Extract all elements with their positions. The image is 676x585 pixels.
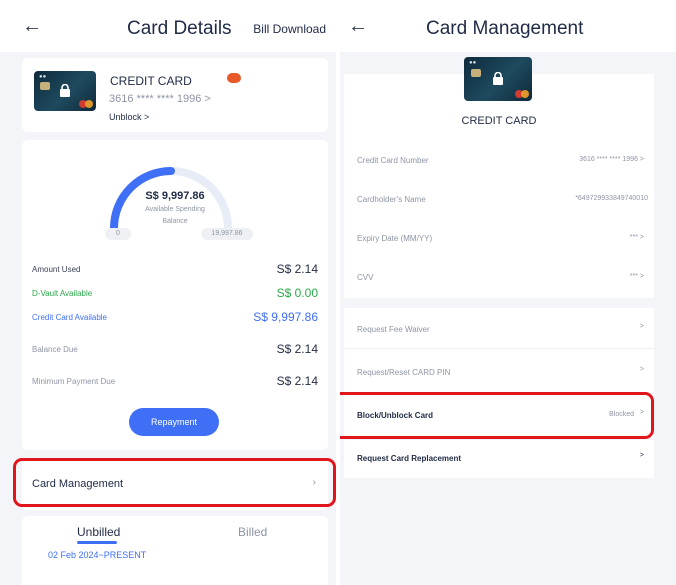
repayment-button[interactable]: Repayment	[129, 408, 219, 436]
credit-card-image: ●●	[34, 71, 96, 111]
row-value: S$ 2.14	[276, 342, 318, 356]
info-value: *649729933849740010	[575, 195, 648, 202]
credit-card-image: ●●	[464, 57, 532, 101]
row-label: D-Vault Available	[32, 289, 93, 298]
info-label: Credit Card Number	[357, 156, 429, 165]
card-network-icon	[515, 90, 529, 98]
card-summary[interactable]: ●● CREDIT CARD 3616 **** **** 1996 > Unb…	[22, 58, 328, 132]
info-label: Expiry Date (MM/YY)	[357, 234, 433, 243]
bill-tabs: Unbilled Billed 02 Feb 2024~PRESENT	[22, 516, 328, 585]
action-label: Request/Reset CARD PIN	[357, 368, 451, 377]
info-value: *** >	[629, 273, 644, 280]
card-network-icon	[79, 100, 93, 108]
tab-active-indicator	[77, 541, 117, 544]
card-replacement-section: Request Card Replacement >	[344, 440, 654, 478]
card-logo-icon: ●●	[469, 60, 477, 66]
chevron-right-icon: >	[639, 366, 644, 373]
divider	[344, 348, 654, 349]
info-label: Cardholder's Name	[357, 195, 426, 204]
card-logo-icon: ●●	[39, 74, 47, 80]
highlight-block-unblock	[340, 392, 654, 439]
back-arrow-icon[interactable]: ←	[348, 15, 368, 38]
gauge-caption-line1: Available Spending	[145, 206, 205, 213]
available-amount: S$ 9,997.86	[145, 190, 205, 202]
card-management-header: ← Card Management	[340, 0, 676, 52]
page-title: Card Details	[127, 18, 232, 39]
card-name: CREDIT CARD	[110, 74, 192, 88]
card-info-section: CREDIT CARD Credit Card Number 3616 ****…	[344, 74, 654, 298]
card-details-header: ← Card Details Bill Download	[0, 0, 336, 52]
card-title: CREDIT CARD	[461, 115, 537, 127]
row-label: Amount Used	[32, 265, 81, 274]
card-chip-icon	[40, 82, 50, 90]
balance-section: S$ 9,997.86 Available Spending Balance 0…	[22, 140, 328, 450]
row-value: S$ 0.00	[276, 286, 318, 300]
bill-download-link[interactable]: Bill Download	[253, 22, 326, 36]
lock-icon	[492, 71, 504, 90]
row-label: Credit Card Available	[32, 313, 108, 322]
gauge-max-label: 19,997.86	[201, 228, 253, 240]
row-label: Minimum Payment Due	[32, 377, 116, 386]
info-value: 3616 **** **** 1996 >	[579, 156, 644, 163]
page-title: Card Management	[426, 18, 584, 39]
action-label: Request Fee Waiver	[357, 325, 430, 334]
row-label: Balance Due	[32, 345, 78, 354]
bill-period: 02 Feb 2024~PRESENT	[48, 550, 147, 560]
tab-unbilled[interactable]: Unbilled	[77, 525, 120, 539]
card-chip-icon	[471, 69, 481, 77]
gauge-min-label: 0	[105, 228, 131, 240]
chevron-right-icon: >	[639, 323, 644, 330]
back-arrow-icon[interactable]: ←	[22, 15, 42, 38]
highlight-card-management	[13, 458, 336, 507]
card-number-link[interactable]: 3616 **** **** 1996 >	[109, 93, 211, 105]
gauge-caption-line2: Balance	[162, 218, 188, 225]
row-value: S$ 9,997.86	[253, 310, 318, 324]
card-details-screen: ← Card Details Bill Download ●● CREDIT C…	[0, 0, 336, 585]
lock-icon	[59, 83, 71, 102]
tab-billed[interactable]: Billed	[238, 525, 267, 539]
chevron-right-icon: >	[639, 452, 644, 459]
info-label: CVV	[357, 273, 374, 282]
action-label: Request Card Replacement	[357, 454, 462, 463]
row-value: S$ 2.14	[276, 262, 318, 276]
card-management-screen: ← Card Management CREDIT CARD Credit Car…	[340, 0, 676, 585]
info-value: *** >	[629, 234, 644, 241]
card-brand-badge-icon	[227, 73, 241, 83]
row-value: S$ 2.14	[276, 374, 318, 388]
unblock-link[interactable]: Unblock >	[109, 112, 149, 122]
